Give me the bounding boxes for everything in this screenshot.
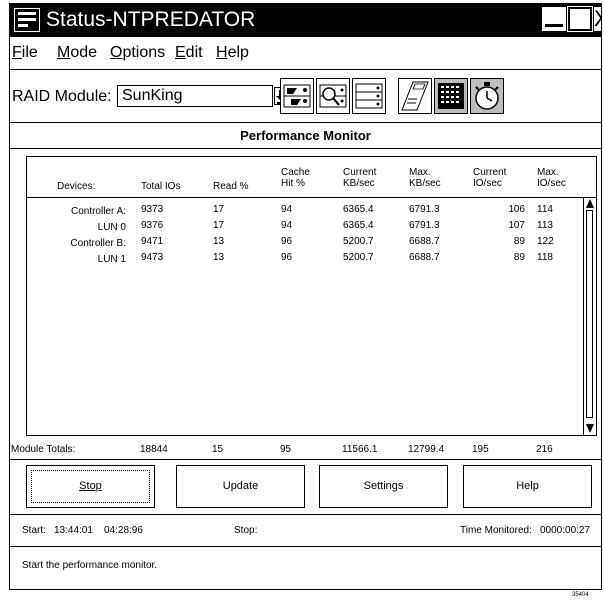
cache-hit-cell: 94 <box>281 204 293 215</box>
raid-module-label: RAID Module: <box>12 88 112 105</box>
column-header: Max. KB/sec <box>409 167 441 189</box>
device-name: Controller B: <box>70 238 126 249</box>
scroll-up-arrow-icon[interactable] <box>586 199 594 208</box>
system-menu-icon[interactable] <box>14 8 40 32</box>
cache-hit-cell: 96 <box>281 252 293 263</box>
title-bar[interactable]: Status-NTPREDATOR X <box>10 4 601 37</box>
device-name: Controller A: <box>70 206 126 217</box>
column-header: Max. IO/sec <box>537 167 566 189</box>
device-name: LUN 0 <box>97 222 126 233</box>
start-label: Start: <box>22 525 46 536</box>
divider <box>10 514 601 515</box>
column-header: Current KB/sec <box>343 167 377 189</box>
cache-hit-cell: 94 <box>281 220 293 231</box>
settings-button[interactable]: Settings <box>319 465 448 508</box>
current-io-cell: 107 <box>508 220 525 231</box>
totals-current-io: 195 <box>472 444 489 455</box>
toolbar: RAID Module: SunKing <box>10 70 601 123</box>
time-monitored-label: Time Monitored: <box>460 525 532 536</box>
help-button-label: Help <box>516 480 539 492</box>
help-button[interactable]: Help <box>463 465 592 508</box>
column-header: Devices: <box>57 181 96 192</box>
vertical-scrollbar[interactable] <box>583 197 596 435</box>
max-kb-cell: 6688.7 <box>409 252 440 263</box>
menu-edit[interactable]: Edit <box>175 44 203 62</box>
update-button[interactable]: Update <box>176 465 305 508</box>
menu-bar: File Mode Options Edit Help <box>10 37 601 70</box>
close-button[interactable]: X <box>594 7 601 31</box>
menu-mode[interactable]: Mode <box>57 44 97 62</box>
max-kb-cell: 6688.7 <box>409 236 440 247</box>
stop-button-label: Stop <box>79 480 102 492</box>
totals-cache-hit: 95 <box>280 444 292 455</box>
timer-icon[interactable] <box>470 78 504 114</box>
column-header: Cache Hit % <box>281 167 310 189</box>
current-kb-cell: 6365.4 <box>343 220 374 231</box>
status-hint: Start the performance monitor. <box>22 560 158 571</box>
status-window: Status-NTPREDATOR X File Mode Options Ed… <box>9 3 602 590</box>
max-io-cell: 113 <box>537 220 553 231</box>
current-io-cell: 89 <box>513 236 525 247</box>
divider <box>10 546 601 547</box>
current-kb-cell: 5200.7 <box>343 252 374 263</box>
totals-current-kb: 11566.1 <box>342 444 378 455</box>
max-io-cell: 118 <box>537 252 553 263</box>
totals-label: Module Totals: <box>11 444 76 455</box>
log-icon[interactable] <box>398 78 432 114</box>
totals-read-percent: 15 <box>212 444 224 455</box>
cache-hit-cell: 96 <box>281 236 293 247</box>
max-kb-cell: 6791.3 <box>409 220 440 231</box>
status-grid-icon[interactable] <box>434 78 468 114</box>
read-percent-cell: 13 <box>213 236 225 247</box>
divider <box>10 148 601 149</box>
figure-id: 35404 <box>572 592 589 598</box>
configure-icon[interactable] <box>280 78 314 114</box>
current-kb-cell: 5200.7 <box>343 236 374 247</box>
scroll-track[interactable] <box>586 210 593 418</box>
total-ios-cell: 9471 <box>141 236 164 247</box>
divider <box>10 459 601 460</box>
read-percent-cell: 13 <box>213 252 225 263</box>
total-ios-cell: 9376 <box>141 220 164 231</box>
column-header: Read % <box>213 181 249 192</box>
maximize-button[interactable] <box>567 6 593 32</box>
stop-button[interactable]: Stop <box>26 465 155 508</box>
read-percent-cell: 17 <box>213 204 225 215</box>
window-title: Status-NTPREDATOR <box>46 8 256 31</box>
minimize-button[interactable] <box>542 7 566 31</box>
time-monitored-value: 0000:00:27 <box>540 525 591 536</box>
device-table: Devices: Total IOs Read % Cache Hit % Cu… <box>26 156 597 436</box>
list-icon[interactable] <box>352 78 386 114</box>
total-ios-cell: 9373 <box>141 204 164 215</box>
totals-max-io: 216 <box>536 444 553 455</box>
totals-total-ios: 18844 <box>140 444 168 455</box>
stop-label: Stop: <box>234 525 258 536</box>
menu-help[interactable]: Help <box>216 44 249 62</box>
start-date: 04:28:96 <box>104 525 143 536</box>
max-io-cell: 122 <box>537 236 554 247</box>
current-io-cell: 89 <box>513 252 525 263</box>
device-name: LUN 1 <box>97 254 126 265</box>
menu-file[interactable]: File <box>12 44 38 62</box>
current-kb-cell: 6365.4 <box>343 204 374 215</box>
table-header: Devices: Total IOs Read % Cache Hit % Cu… <box>27 157 596 198</box>
current-io-cell: 106 <box>508 204 525 215</box>
max-kb-cell: 6791.3 <box>409 204 440 215</box>
update-button-label: Update <box>222 480 259 492</box>
panel-title: Performance Monitor <box>240 128 371 143</box>
search-icon[interactable] <box>316 78 350 114</box>
scroll-down-arrow-icon[interactable] <box>586 424 594 433</box>
column-header: Current IO/sec <box>473 167 507 189</box>
start-time: 13:44:01 <box>54 525 93 536</box>
read-percent-cell: 17 <box>213 220 225 231</box>
column-header: Total IOs <box>141 181 181 192</box>
settings-button-label: Settings <box>363 480 404 492</box>
raid-module-select[interactable]: SunKing <box>117 85 273 107</box>
max-io-cell: 114 <box>537 204 553 215</box>
module-totals-row: Module Totals: 18844 15 95 11566.1 12799… <box>10 440 601 460</box>
total-ios-cell: 9473 <box>141 252 164 263</box>
totals-max-kb: 12799.4 <box>408 444 445 455</box>
menu-options[interactable]: Options <box>110 44 165 62</box>
